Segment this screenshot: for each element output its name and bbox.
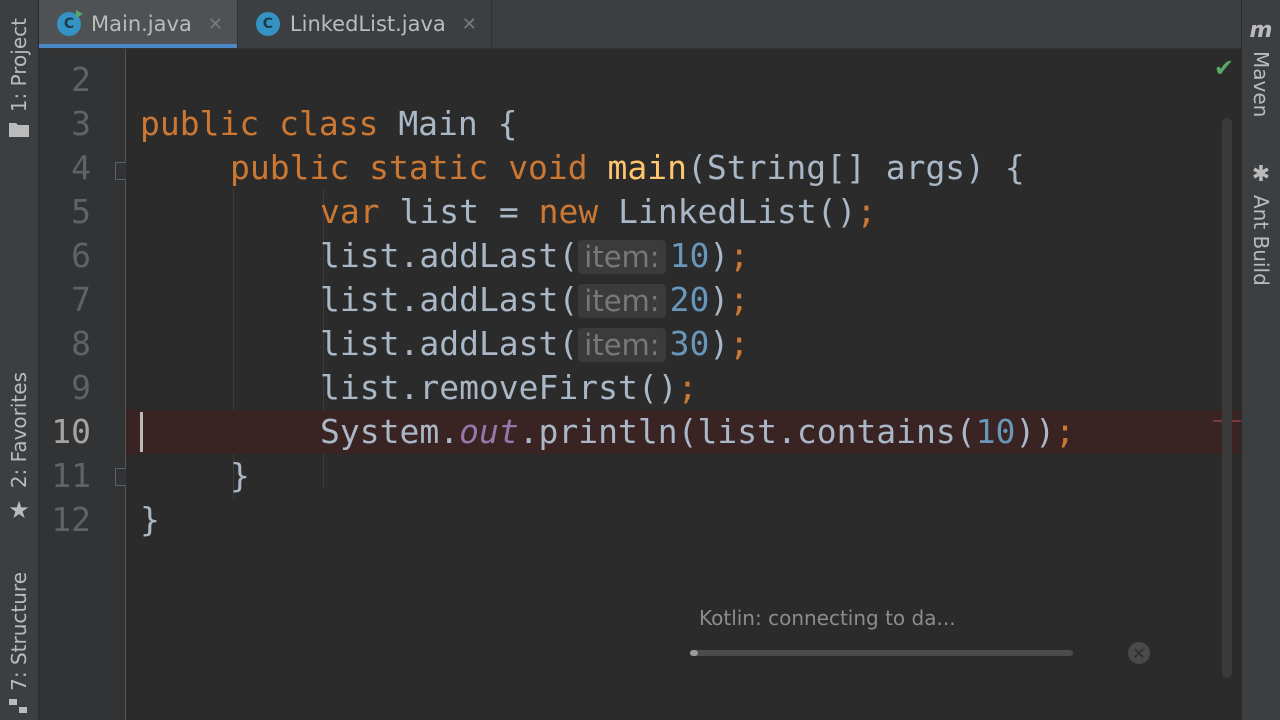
method-call: list.addLast( <box>320 236 579 275</box>
paren: ) <box>709 236 730 275</box>
paren: ) <box>709 280 730 319</box>
favorites-tool-tab[interactable]: 2: Favorites ★ <box>0 372 38 524</box>
right-tool-strip: m Maven ✱ Ant Build <box>1241 0 1280 720</box>
star-icon: ★ <box>8 496 30 525</box>
params: (String[] args) <box>687 148 986 187</box>
ant-icon: ✱ <box>1251 162 1271 187</box>
keyword: var <box>320 192 380 231</box>
code-line-7: list.addLast(item: 20); <box>126 278 1241 322</box>
method-call: .println(list.contains( <box>518 412 976 451</box>
class-name: Main <box>398 104 478 143</box>
folder-icon <box>9 123 29 138</box>
line-number: 6 <box>71 236 91 275</box>
structure-tool-tab[interactable]: 7: Structure <box>0 572 38 713</box>
maven-tab-label: Maven <box>1249 51 1273 118</box>
line-number: 11 <box>51 456 91 495</box>
brace: { <box>1004 148 1025 187</box>
tab-main-java[interactable]: C Main.java ✕ <box>39 0 238 48</box>
semicolon: ; <box>729 236 750 275</box>
code-line-8: list.addLast(item: 30); <box>126 322 1241 366</box>
vertical-scrollbar[interactable] <box>1222 118 1232 678</box>
close-icon[interactable]: ✕ <box>208 14 223 35</box>
number-literal: 10 <box>669 236 710 275</box>
code-line-10-current: System.out.println(list.contains(10)); <box>126 410 1241 454</box>
operator: = <box>498 192 519 231</box>
structure-tab-label: 7: Structure <box>7 572 31 691</box>
number-literal: 20 <box>669 280 710 319</box>
line-number: 4 <box>71 148 91 187</box>
left-tool-strip: 1: Project 2: Favorites ★ 7: Structure <box>0 0 39 720</box>
structure-icon <box>9 698 27 713</box>
line-number-gutter[interactable]: 2 3 4 5 6 7 8 9 10 11 12 <box>39 49 133 720</box>
code-line-12: } <box>126 498 1241 542</box>
brace: } <box>140 500 160 539</box>
method-call: list.removeFirst() <box>320 368 678 407</box>
identifier: list <box>399 192 479 231</box>
ant-build-tool-tab[interactable]: ✱ Ant Build <box>1242 162 1280 286</box>
line-number: 12 <box>51 500 91 539</box>
background-task-progress-bar <box>690 650 1073 656</box>
keyword: void <box>508 148 588 187</box>
code-line-9: list.removeFirst(); <box>126 366 1241 410</box>
cancel-task-icon[interactable]: ✕ <box>1128 642 1150 664</box>
method-call: list.addLast( <box>320 280 579 319</box>
java-class-icon: C <box>255 12 280 36</box>
semicolon: ; <box>856 192 877 231</box>
code-line-6: list.addLast(item: 10); <box>126 234 1241 278</box>
keyword: new <box>538 192 599 231</box>
keyword: public <box>140 104 260 143</box>
line-number: 2 <box>71 60 91 99</box>
static-field: out <box>459 412 519 451</box>
background-task-indicator: Kotlin: connecting to da... ✕ <box>690 600 1160 670</box>
method-name: main <box>607 148 688 187</box>
semicolon: ; <box>729 324 750 363</box>
text-caret <box>140 412 143 452</box>
keyword: static <box>369 148 489 187</box>
keyword: class <box>279 104 379 143</box>
line-number: 8 <box>71 324 91 363</box>
line-number: 9 <box>71 368 91 407</box>
maven-icon: m <box>1249 18 1273 43</box>
paren: )) <box>1015 412 1056 451</box>
code-line-4: public static void main(String[] args) { <box>126 146 1241 190</box>
editor-tab-bar: C Main.java ✕ C LinkedList.java ✕ <box>39 0 1241 49</box>
keyword: public <box>230 148 350 187</box>
code-line-3: public class Main { <box>126 102 1241 146</box>
tab-label: Main.java <box>91 12 192 36</box>
semicolon: ; <box>677 368 698 407</box>
brace: { <box>497 104 518 143</box>
project-tool-tab[interactable]: 1: Project <box>0 18 38 138</box>
line-number: 5 <box>71 192 91 231</box>
ant-build-tab-label: Ant Build <box>1249 195 1273 286</box>
constructor-call: LinkedList() <box>618 192 857 231</box>
background-task-label: Kotlin: connecting to da... <box>699 606 956 630</box>
line-number: 3 <box>71 104 91 143</box>
tab-label: LinkedList.java <box>289 12 446 36</box>
project-tab-label: 1: Project <box>7 18 31 113</box>
class-reference: System. <box>320 412 460 451</box>
parameter-hint: item: <box>578 328 666 362</box>
brace: } <box>230 456 250 495</box>
maven-tool-tab[interactable]: m Maven <box>1242 18 1280 117</box>
java-class-icon: C <box>57 10 83 36</box>
tab-linkedlist-java[interactable]: C LinkedList.java ✕ <box>238 0 492 48</box>
close-icon[interactable]: ✕ <box>462 14 477 35</box>
favorites-tab-label: 2: Favorites <box>7 372 31 489</box>
progress-fill <box>690 650 698 656</box>
number-literal: 30 <box>669 324 710 363</box>
inspection-ok-icon[interactable]: ✔ <box>1214 54 1234 82</box>
parameter-hint: item: <box>578 284 666 318</box>
number-literal: 10 <box>975 412 1016 451</box>
semicolon: ; <box>1055 412 1076 451</box>
parameter-hint: item: <box>578 240 666 274</box>
line-number: 7 <box>71 280 91 319</box>
method-call: list.addLast( <box>320 324 579 363</box>
code-line-11: } <box>126 454 1241 498</box>
paren: ) <box>709 324 730 363</box>
semicolon: ; <box>729 280 750 319</box>
line-number-current: 10 <box>51 412 91 451</box>
code-line-5: var list = new LinkedList(); <box>126 190 1241 234</box>
